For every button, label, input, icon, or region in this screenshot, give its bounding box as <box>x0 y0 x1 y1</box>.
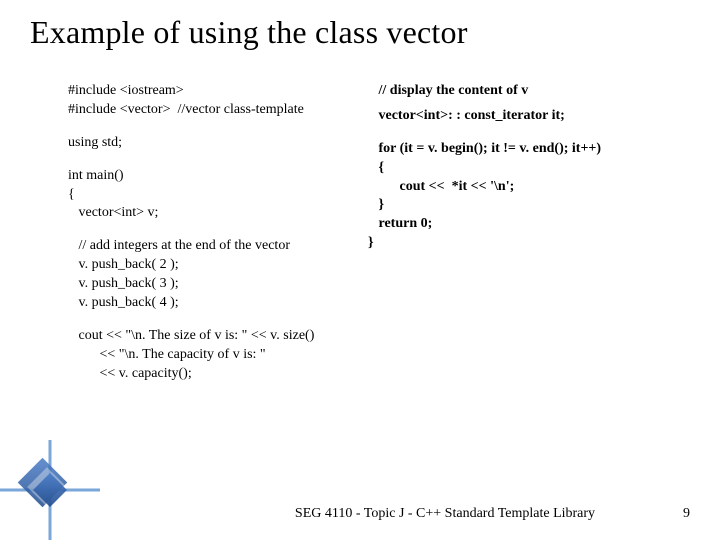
footer-text: SEG 4110 - Topic J - C++ Standard Templa… <box>295 506 595 522</box>
code-line: for (it = v. begin(); it != v. end(); it… <box>368 140 700 159</box>
code-column-left: #include <iostream> #include <vector> //… <box>68 82 368 398</box>
code-line: v. push_back( 3 ); <box>68 275 368 294</box>
code-line: cout << "\n. The size of v is: " << v. s… <box>68 327 368 346</box>
code-line: << "\n. The capacity of v is: " <box>68 346 368 365</box>
code-column-right: // display the content of v vector<int>:… <box>368 82 700 398</box>
code-line: } <box>368 196 700 215</box>
footer: SEG 4110 - Topic J - C++ Standard Templa… <box>0 506 720 522</box>
code-line: cout << *it << '\n'; <box>368 178 700 197</box>
slide: Example of using the class vector #inclu… <box>0 0 720 540</box>
code-line: using std; <box>68 134 368 153</box>
slide-title: Example of using the class vector <box>30 14 468 51</box>
code-line: #include <iostream> <box>68 82 368 101</box>
code-line: { <box>368 159 700 178</box>
code-line: vector<int> v; <box>68 204 368 223</box>
code-line: int main() <box>68 167 368 186</box>
code-line: { <box>68 186 368 205</box>
code-line: return 0; <box>368 215 700 234</box>
code-line: v. push_back( 2 ); <box>68 256 368 275</box>
code-line: // display the content of v <box>368 82 700 101</box>
page-number: 9 <box>683 506 690 522</box>
code-line: #include <vector> //vector class-templat… <box>68 101 368 120</box>
code-line: vector<int>: : const_iterator it; <box>368 107 700 126</box>
decoration-icon <box>0 440 100 540</box>
code-line: // add integers at the end of the vector <box>68 237 368 256</box>
slide-body: #include <iostream> #include <vector> //… <box>68 82 700 398</box>
code-line: << v. capacity(); <box>68 365 368 384</box>
code-line: v. push_back( 4 ); <box>68 294 368 313</box>
code-line: } <box>368 234 700 253</box>
